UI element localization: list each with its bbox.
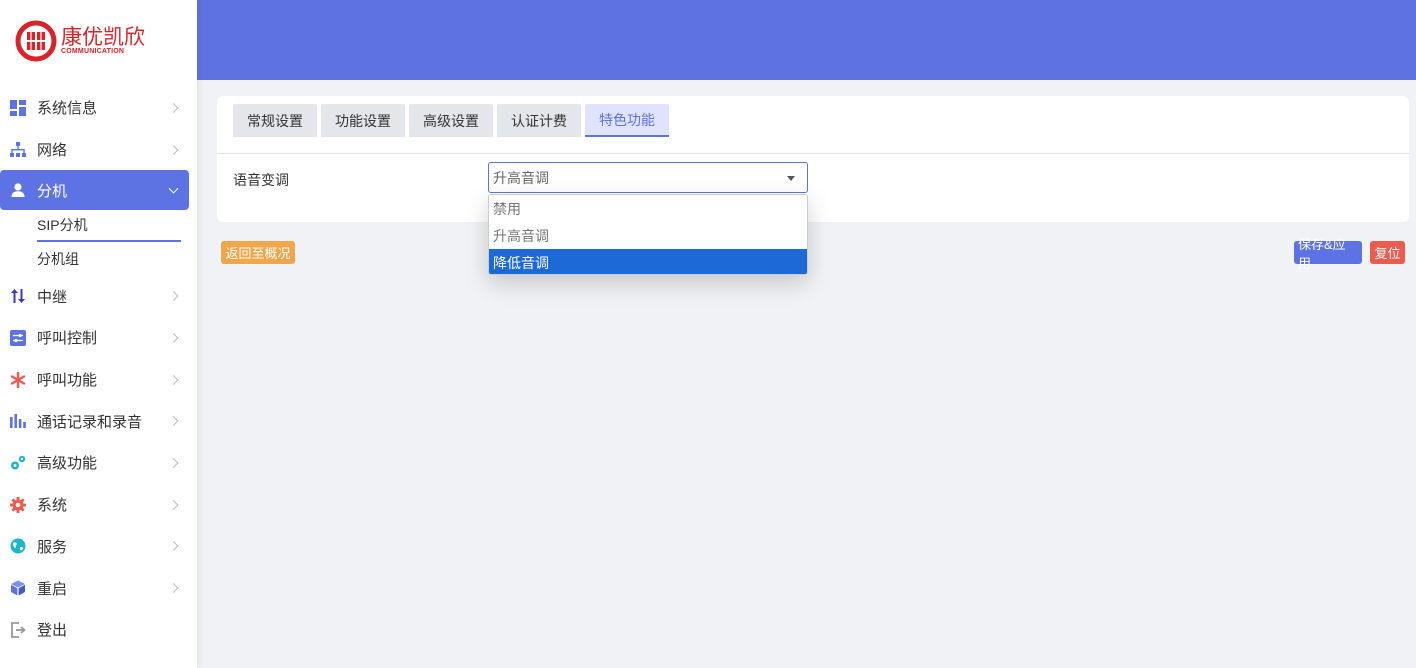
chevron-right-icon <box>168 541 179 552</box>
network-tree-icon <box>10 141 26 158</box>
sidebar-item-services[interactable]: 服务 <box>0 526 197 568</box>
sidebar-item-label: 呼叫功能 <box>37 372 98 390</box>
sidebar-item-call-control[interactable]: 呼叫控制 <box>0 317 197 359</box>
sidebar-item-system[interactable]: 系统 <box>0 484 197 526</box>
sidebar-item-label: 系统信息 <box>37 100 98 118</box>
chevron-right-icon <box>168 416 179 427</box>
sidebar-item-label: 通话记录和录音 <box>37 413 143 431</box>
caret-down-icon <box>787 176 795 181</box>
divider <box>217 153 1409 154</box>
sidebar-item-label: 呼叫控制 <box>37 330 98 348</box>
sidebar-item-label: 网络 <box>37 142 68 160</box>
chevron-right-icon <box>168 499 179 510</box>
sidebar-submenu: SIP分机 分机组 <box>0 210 197 275</box>
tab-advanced-settings[interactable]: 高级设置 <box>409 104 493 137</box>
sidebar-item-network[interactable]: 网络 <box>0 129 197 171</box>
sidebar-item-system-info[interactable]: 系统信息 <box>0 87 197 129</box>
sliders-icon <box>10 329 26 346</box>
cube-icon <box>10 580 26 596</box>
chevron-down-icon <box>168 184 179 194</box>
user-icon <box>10 182 26 198</box>
sidebar-item-reboot[interactable]: 重启 <box>0 567 197 609</box>
voice-change-select-value: 升高音调 <box>493 169 549 186</box>
sidebar-item-label: 重启 <box>37 580 68 598</box>
logo: 康优凯欣 COMMUNICATION <box>15 18 165 64</box>
sidebar-item-label: 分机 <box>37 182 68 200</box>
sidebar-item-label: 中继 <box>37 288 68 306</box>
tab-feature-settings[interactable]: 功能设置 <box>321 104 405 137</box>
brand-subtitle: COMMUNICATION <box>61 48 125 55</box>
sidebar-item-extension[interactable]: 分机 <box>0 170 189 211</box>
trunk-arrows-icon <box>10 288 26 304</box>
chevron-right-icon <box>168 102 179 113</box>
chevron-right-icon <box>168 583 179 593</box>
dropdown-option-disabled[interactable]: 禁用 <box>489 195 807 222</box>
globe-icon <box>10 538 26 554</box>
sidebar-item-label: 系统 <box>37 497 68 515</box>
asterisk-icon <box>10 371 26 388</box>
voice-change-select[interactable]: 升高音调 <box>488 162 808 193</box>
sidebar-item-call-records[interactable]: 通话记录和录音 <box>0 400 197 442</box>
logo-icon <box>15 20 57 62</box>
gear-icon <box>10 496 26 513</box>
chevron-right-icon <box>168 374 179 385</box>
tab-auth-billing[interactable]: 认证计费 <box>497 104 581 137</box>
tab-bar: 常规设置 功能设置 高级设置 认证计费 特色功能 <box>233 104 673 137</box>
sidebar-subitem-sip-extension[interactable]: SIP分机 <box>37 210 181 243</box>
back-to-overview-button[interactable]: 返回至概况 <box>221 241 295 264</box>
cogs-icon <box>10 455 26 471</box>
sidebar-item-trunk[interactable]: 中继 <box>0 275 197 317</box>
reset-button[interactable]: 复位 <box>1370 241 1405 264</box>
sidebar-item-label: 登出 <box>37 622 68 640</box>
sidebar-item-label: 服务 <box>37 538 68 556</box>
sidebar-item-call-features[interactable]: 呼叫功能 <box>0 359 197 401</box>
dashboard-icon <box>10 99 26 116</box>
sidebar-subitem-extension-group[interactable]: 分机组 <box>37 242 181 275</box>
sidebar-item-logout[interactable]: 登出 <box>0 609 197 651</box>
logout-icon <box>10 621 26 638</box>
sidebar-nav: 系统信息 网络 分机 SIP分机 分机组 中继 呼叫控制 呼叫功能 通话记录和录… <box>0 87 197 651</box>
voice-change-dropdown: 禁用 升高音调 降低音调 <box>488 194 808 275</box>
settings-card: 常规设置 功能设置 高级设置 认证计费 特色功能 语音变调 升高音调 <box>217 96 1409 222</box>
chevron-right-icon <box>168 458 179 468</box>
brand-name: 康优凯欣 <box>61 25 145 49</box>
voice-change-label: 语音变调 <box>233 172 289 188</box>
chevron-right-icon <box>168 332 179 343</box>
sidebar-item-advanced[interactable]: 高级功能 <box>0 442 197 484</box>
dropdown-option-lower-pitch[interactable]: 降低音调 <box>489 249 807 274</box>
sidebar: 康优凯欣 COMMUNICATION 系统信息 网络 分机 SIP分机 分机组 … <box>0 0 197 668</box>
tab-general-settings[interactable]: 常规设置 <box>233 104 317 137</box>
chevron-right-icon <box>168 291 179 302</box>
dropdown-option-raise-pitch[interactable]: 升高音调 <box>489 222 807 249</box>
chevron-right-icon <box>168 144 179 155</box>
bar-chart-icon <box>10 413 26 429</box>
top-header-bar <box>197 0 1416 80</box>
save-apply-button[interactable]: 保存&应用 <box>1294 237 1362 271</box>
sidebar-item-label: 高级功能 <box>37 455 98 473</box>
tab-special-features[interactable]: 特色功能 <box>585 104 669 137</box>
